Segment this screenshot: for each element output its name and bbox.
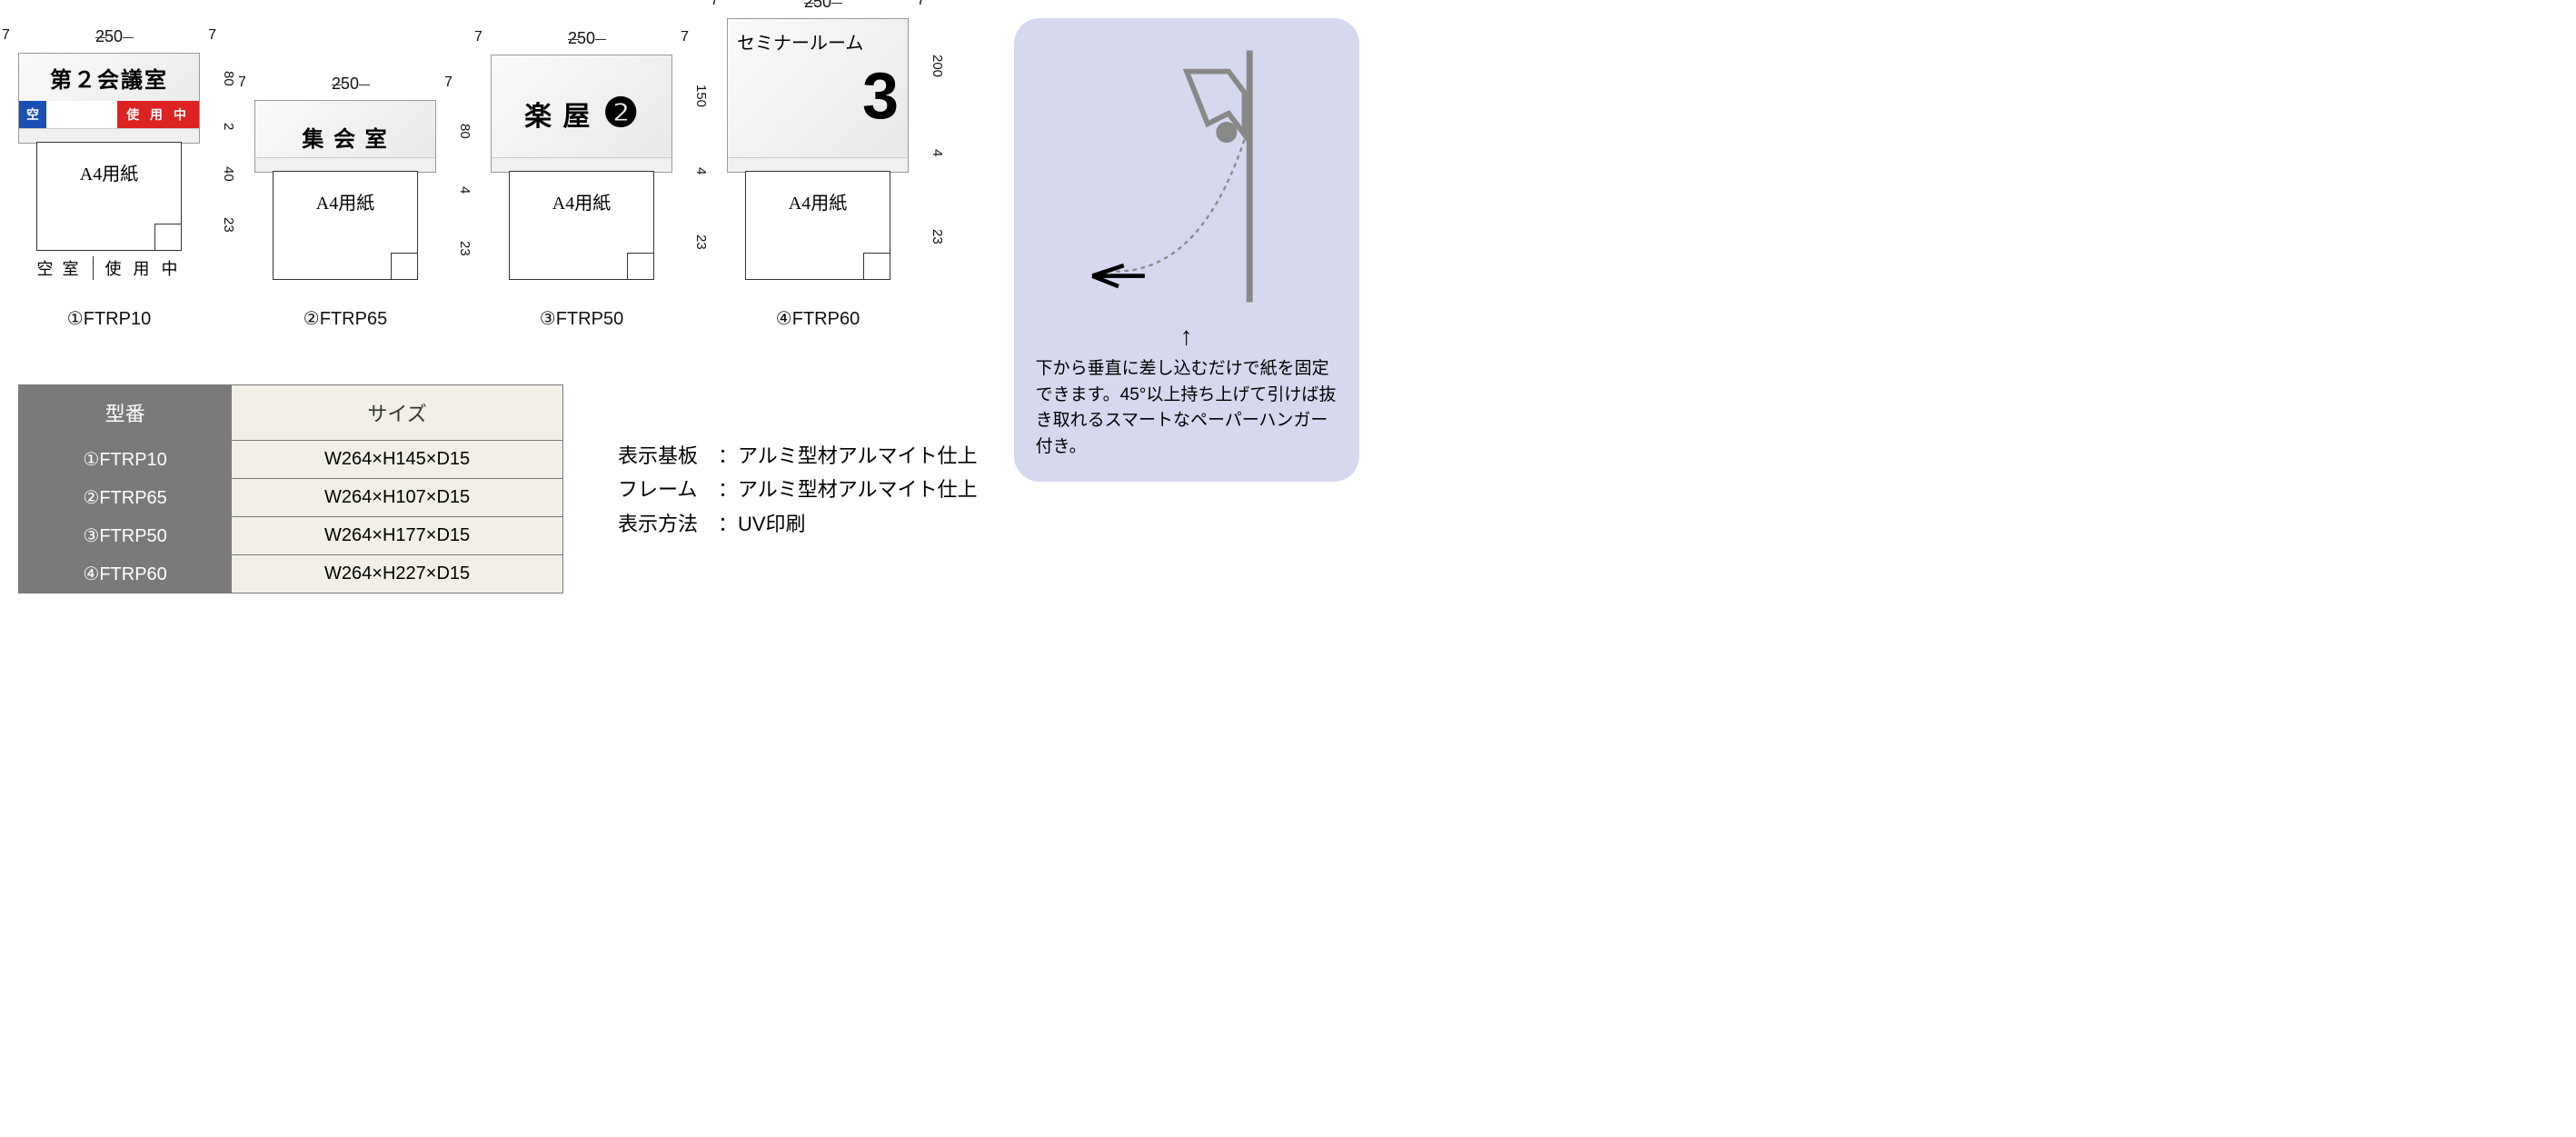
spec-table: 型番 サイズ ①FTRP10W264×H145×D15 ②FTRP65W264×…: [18, 384, 563, 593]
sign-plate: 楽 屋 ❷: [491, 55, 672, 173]
product-code: ③FTRP50: [540, 307, 623, 330]
product-ftrp65: 7 250 7 80 4 23 集 会 室 A4用紙: [254, 100, 436, 330]
products-row: 7 250 7 80 2 40 23 第２会議室: [18, 18, 978, 330]
vacancy-legend: 空 室 使 用 中: [36, 256, 181, 280]
vacancy-slider: 空 使 用 中: [19, 101, 199, 128]
plate-title: 集 会 室: [302, 121, 388, 153]
usage-note: 下から垂直に差し込むだけで紙を固定できます。45°以上持ち上げて引けば抜き取れる…: [1036, 356, 1338, 460]
plate-number: 3: [862, 64, 899, 129]
a4-paper: A4用紙: [509, 171, 654, 280]
arrow-up-icon: ↑: [1036, 322, 1338, 351]
product-code: ②FTRP65: [303, 307, 387, 330]
sign-plate: 集 会 室: [254, 100, 436, 173]
product-code: ④FTRP60: [776, 307, 860, 330]
table-row: ②FTRP65W264×H107×D15: [19, 479, 563, 517]
sign-plate: セミナールーム 3: [727, 18, 909, 173]
specifications: 表示基板：アルミ型材アルマイト仕上 フレーム：アルミ型材アルマイト仕上 表示方法…: [618, 439, 978, 541]
plate-title: セミナールーム: [737, 28, 863, 55]
dimension-heights: 200 4 23: [912, 18, 945, 280]
plate-title: 楽 屋: [524, 94, 592, 134]
table-row: ④FTRP60W264×H227×D15: [19, 555, 563, 593]
product-code: ①FTRP10: [67, 307, 151, 330]
product-ftrp50: 7 250 7 150 4 23 楽 屋 ❷: [491, 55, 672, 330]
dimension-heights: 150 4 23: [676, 55, 709, 280]
paper-hanger-illustration: ↑ 下から垂直に差し込むだけで紙を固定できます。45°以上持ち上げて引けば抜き取…: [1014, 18, 1359, 482]
dimension-heights: 80 2 40 23: [204, 53, 236, 251]
a4-paper: A4用紙: [745, 171, 890, 280]
dimension-heights: 80 4 23: [440, 100, 472, 280]
dimension-width: 7 250 7: [727, 0, 909, 12]
table-header-model: 型番: [19, 385, 232, 441]
plate-title: 第２会議室: [50, 62, 168, 94]
dimension-width: 7 250 7: [254, 75, 436, 94]
sign-plate: 第２会議室 空 使 用 中: [18, 53, 200, 144]
a4-paper: A4用紙: [273, 171, 418, 280]
plate-number-badge: ❷: [602, 94, 638, 134]
product-ftrp10: 7 250 7 80 2 40 23 第２会議室: [18, 53, 200, 330]
table-row: ①FTRP10W264×H145×D15: [19, 441, 563, 479]
dimension-width: 7 250 7: [18, 27, 200, 46]
product-ftrp60: 7 250 7 200 4 23 セミナールーム 3: [727, 18, 909, 330]
a4-paper: A4用紙: [36, 142, 182, 251]
hanger-cross-section-icon: [1036, 40, 1338, 313]
table-row: ③FTRP50W264×H177×D15: [19, 517, 563, 555]
table-header-size: サイズ: [232, 385, 563, 441]
dimension-width: 7 250 7: [491, 29, 672, 48]
